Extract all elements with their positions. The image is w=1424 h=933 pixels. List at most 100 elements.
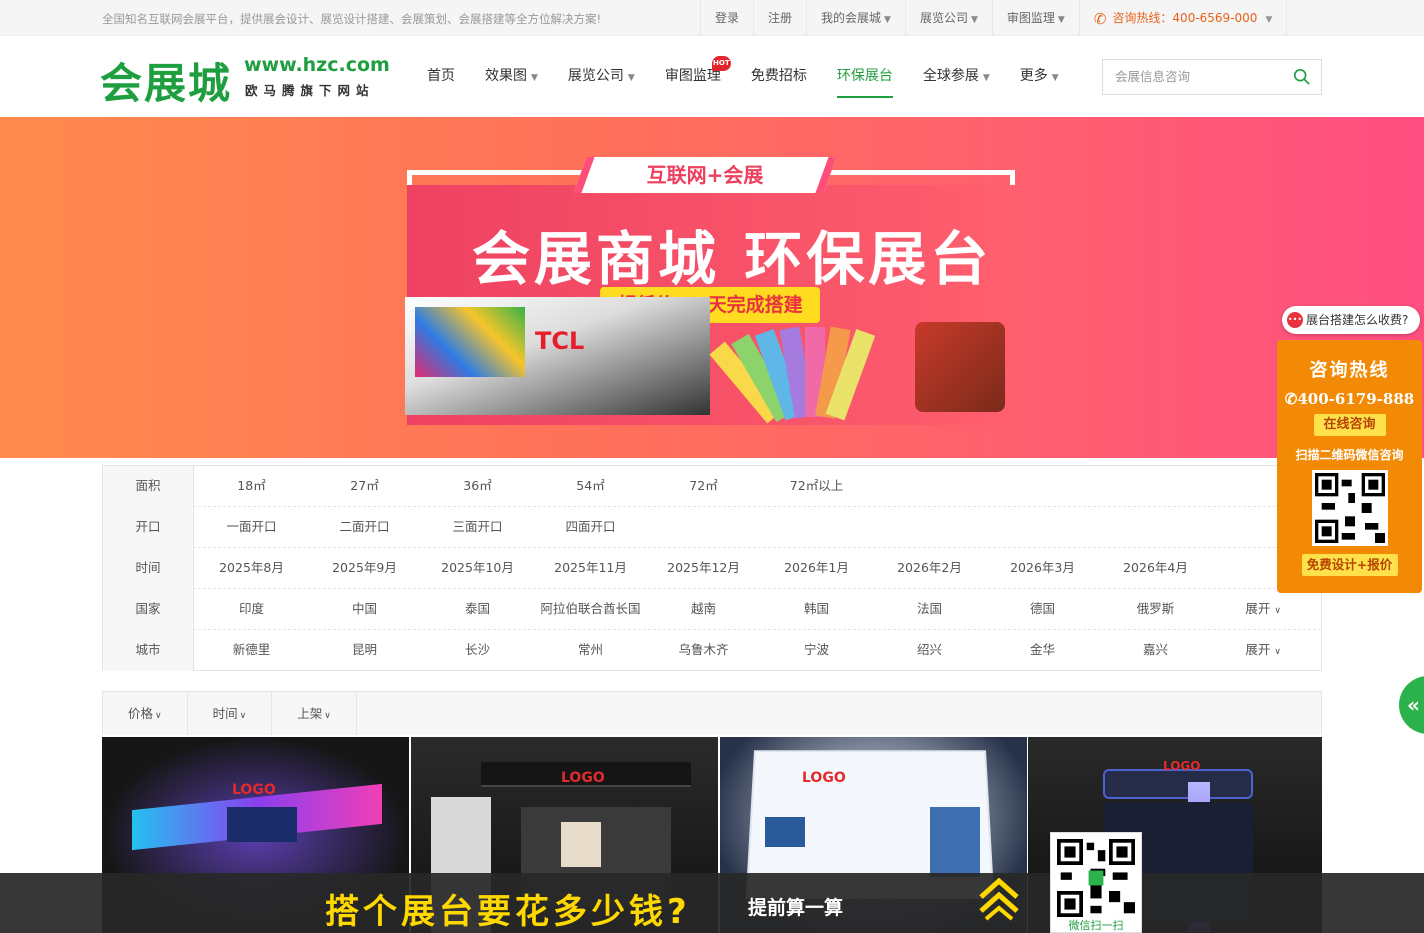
filter-option[interactable]: 韩国	[760, 589, 873, 630]
hero-banner[interactable]: 互联网+会展 会展商城 环保展台 超低价 | 7天完成搭建 TCL	[0, 117, 1424, 458]
double-chevron-up-icon	[979, 877, 1019, 921]
filter-row-area: 面积 18㎡ 27㎡ 36㎡ 54㎡ 72㎡ 72㎡以上	[103, 466, 1321, 507]
hot-badge: HOT	[711, 56, 731, 71]
side-qr-code	[1311, 470, 1388, 546]
filter-option[interactable]: 2026年3月	[986, 548, 1099, 589]
chevron-down-icon: ∨	[324, 711, 331, 721]
filter-option[interactable]: 昆明	[308, 630, 421, 671]
filter-option[interactable]: 2025年8月	[195, 548, 308, 589]
caret-down-icon: ▼	[884, 15, 891, 25]
drill-image	[915, 322, 1005, 412]
caret-down-icon: ▼	[627, 73, 635, 83]
search-icon[interactable]	[1293, 68, 1311, 86]
register-link[interactable]: 注册	[753, 0, 806, 36]
search-input[interactable]	[1103, 60, 1283, 94]
filter-option[interactable]: 二面开口	[308, 507, 421, 548]
filter-option[interactable]: 常州	[534, 630, 647, 671]
expand-toggle[interactable]: 展开 ∨	[1245, 589, 1281, 630]
sort-listed[interactable]: 上架 ∨	[272, 692, 357, 735]
filter-option[interactable]: 德国	[986, 589, 1099, 630]
filter-option[interactable]: 2026年2月	[873, 548, 986, 589]
filter-option[interactable]: 俄罗斯	[1099, 589, 1212, 630]
qr-caption: 微信扫一扫	[1068, 919, 1124, 932]
review-supervision-menu[interactable]: 审图监理 ▼	[991, 0, 1079, 36]
filter-row-city: 城市 新德里 昆明 长沙 常州 乌鲁木齐 宁波 绍兴 金华 嘉兴 展开 ∨	[103, 630, 1321, 671]
filter-option[interactable]: 中国	[308, 589, 421, 630]
free-design-quote-button[interactable]: 免费设计+报价	[1301, 554, 1398, 576]
filter-option[interactable]: 金华	[986, 630, 1099, 671]
scan-qr-text: 扫描二维码微信咨询	[1295, 448, 1404, 462]
bottom-ad-cta[interactable]: 提前算一算	[748, 893, 843, 920]
filter-option[interactable]: 越南	[647, 589, 760, 630]
double-chevron-left-icon: «	[1407, 693, 1420, 717]
caret-down-icon: ▼	[1051, 73, 1059, 83]
filter-option[interactable]: 2025年9月	[308, 548, 421, 589]
filter-option[interactable]: 2025年12月	[647, 548, 760, 589]
collapse-side-tab[interactable]: «	[1399, 676, 1424, 734]
product-logo: LOGO	[232, 782, 276, 798]
nav-renderings[interactable]: 效果图 ▼	[470, 36, 553, 117]
filter-option[interactable]: 三面开口	[421, 507, 534, 548]
caret-down-icon: ▼	[1057, 15, 1065, 25]
bottom-ad-bar[interactable]: 搭个展台要花多少钱? 提前算一算	[0, 873, 1424, 933]
filter-option[interactable]: 印度	[195, 589, 308, 630]
filter-option[interactable]: 一面开口	[195, 507, 308, 548]
nav-exhibition-company[interactable]: 展览公司 ▼	[553, 36, 650, 117]
filter-option[interactable]: 2026年1月	[760, 548, 873, 589]
consult-phone: ✆400-6179-888	[1284, 390, 1415, 408]
phone-icon: ✆	[1284, 390, 1298, 408]
nav-review-supervision[interactable]: 审图监理 HOT	[650, 36, 736, 117]
phone-icon: ✆	[1093, 9, 1107, 28]
exhibition-company-menu[interactable]: 展览公司 ▼	[904, 0, 992, 36]
filter-option[interactable]: 36㎡	[421, 466, 534, 507]
logo-url[interactable]: www.hzc.com	[244, 54, 390, 76]
nav-global-exhibit[interactable]: 全球参展 ▼	[908, 36, 1005, 117]
ask-price-pill[interactable]: ••• 展台搭建怎么收费?	[1282, 306, 1420, 334]
filter-option[interactable]: 长沙	[421, 630, 534, 671]
filter-option[interactable]: 阿拉伯联合酋长国	[534, 589, 647, 630]
filter-key: 城市	[103, 630, 194, 671]
filter-option[interactable]: 54㎡	[534, 466, 647, 507]
my-account-menu[interactable]: 我的会展城 ▼	[806, 0, 905, 36]
chevron-down-icon: ∨	[1274, 606, 1281, 616]
sort-price[interactable]: 价格 ∨	[103, 692, 188, 735]
filter-option[interactable]: 乌鲁木齐	[647, 630, 760, 671]
filter-option[interactable]: 宁波	[760, 630, 873, 671]
filter-option[interactable]: 法国	[873, 589, 986, 630]
filter-key: 开口	[103, 507, 194, 548]
nav-more[interactable]: 更多 ▼	[1005, 36, 1074, 117]
top-links: 登录 注册 我的会展城 ▼ 展览公司 ▼ 审图监理 ▼ ✆ 咨询热线：400-6569-…	[700, 0, 1288, 36]
hotline-menu[interactable]: ✆ 咨询热线：400-6569-000 ▼	[1078, 0, 1288, 36]
filter-option[interactable]: 嘉兴	[1099, 630, 1212, 671]
header: 会展城 www.hzc.com 欧马腾旗下网站 首页 效果图 ▼ 展览公司 ▼ 审图…	[0, 36, 1424, 117]
filter-panel: 面积 18㎡ 27㎡ 36㎡ 54㎡ 72㎡ 72㎡以上 开口 一面开口 二面开…	[102, 465, 1322, 671]
nav-home[interactable]: 首页	[412, 36, 470, 117]
filter-option[interactable]: 18㎡	[195, 466, 308, 507]
filter-option[interactable]: 2026年4月	[1099, 548, 1212, 589]
filter-option[interactable]: 27㎡	[308, 466, 421, 507]
product-logo: LOGO	[1163, 759, 1201, 773]
online-consult-button[interactable]: 在线咨询	[1313, 414, 1386, 436]
booth-logo: TCL	[535, 327, 585, 355]
nav-eco-booth[interactable]: 环保展台	[822, 36, 908, 117]
filter-option[interactable]: 新德里	[195, 630, 308, 671]
filter-option[interactable]: 72㎡以上	[760, 466, 873, 507]
filter-option[interactable]: 2025年11月	[534, 548, 647, 589]
logo-text[interactable]: 会展城	[100, 50, 232, 111]
expand-toggle[interactable]: 展开 ∨	[1245, 630, 1281, 671]
wechat-qr-box[interactable]: 微信扫一扫	[1050, 832, 1142, 933]
site-slogan: 全国知名互联网会展平台，提供展会设计、展览设计搭建、会展策划、会展搭建等全方位解…	[102, 12, 602, 26]
filter-option[interactable]: 泰国	[421, 589, 534, 630]
chevron-down-icon: ∨	[155, 711, 162, 721]
top-bar: 全国知名互联网会展平台，提供展会设计、展览设计搭建、会展策划、会展搭建等全方位解…	[0, 0, 1424, 36]
filter-option[interactable]: 2025年10月	[421, 548, 534, 589]
sort-time[interactable]: 时间 ∨	[188, 692, 273, 735]
filter-option[interactable]: 四面开口	[534, 507, 647, 548]
filter-option[interactable]: 绍兴	[873, 630, 986, 671]
login-link[interactable]: 登录	[700, 0, 753, 36]
chat-icon: •••	[1287, 312, 1303, 328]
nav-free-bidding[interactable]: 免费招标	[736, 36, 822, 117]
banner-tag: 互联网+会展	[573, 157, 837, 193]
filter-option[interactable]: 72㎡	[647, 466, 760, 507]
consult-title: 咨询热线	[1309, 360, 1390, 381]
